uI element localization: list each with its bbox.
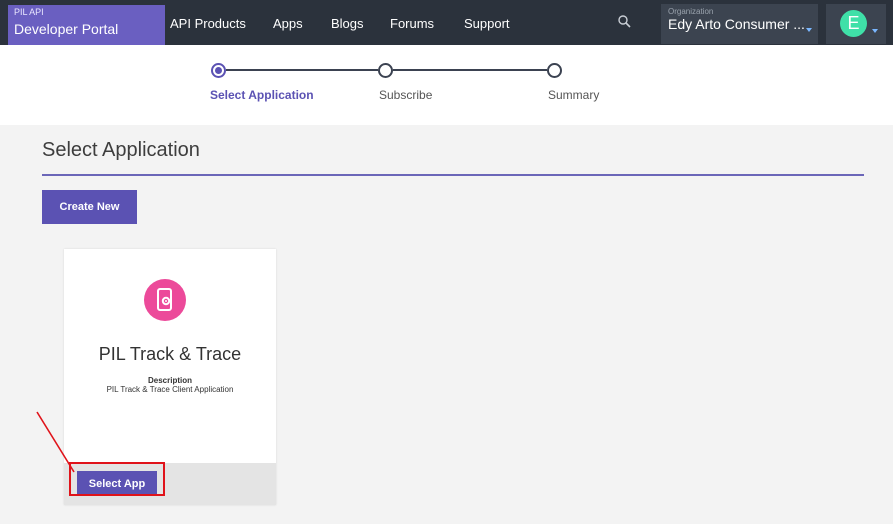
search-icon[interactable] <box>616 13 634 31</box>
avatar: E <box>840 10 867 37</box>
nav-api-products[interactable]: API Products <box>170 15 246 33</box>
app-card-title: PIL Track & Trace <box>98 344 242 364</box>
title-divider <box>42 174 864 176</box>
progress-stepper: Select Application Subscribe Summary <box>0 45 893 125</box>
step-1-indicator <box>211 63 226 78</box>
step-connector <box>226 69 378 71</box>
nav-support[interactable]: Support <box>464 15 510 33</box>
create-new-button[interactable]: Create New <box>42 190 137 224</box>
portal-brand-logo[interactable]: PIL API Developer Portal <box>8 5 165 45</box>
chevron-down-icon <box>872 29 878 33</box>
nav-blogs[interactable]: Blogs <box>331 15 364 33</box>
select-app-button[interactable]: Select App <box>77 471 157 496</box>
step-label-select-application: Select Application <box>210 88 314 102</box>
step-2-indicator <box>378 63 393 78</box>
organization-label: Organization <box>668 7 714 16</box>
nav-apps[interactable]: Apps <box>273 15 303 33</box>
chevron-down-icon <box>806 28 812 32</box>
mobile-app-icon <box>144 279 186 321</box>
app-description-label: Description <box>147 376 192 385</box>
app-card: PIL Track & Trace Description PIL Track … <box>64 249 276 505</box>
user-menu[interactable]: E <box>826 4 886 44</box>
page-title: Select Application <box>42 139 200 161</box>
nav-forums[interactable]: Forums <box>390 15 434 33</box>
main-content: Select Application Create New PIL Track … <box>0 125 893 524</box>
organization-selector[interactable]: Organization Edy Arto Consumer ... <box>661 4 818 44</box>
brand-subtitle: PIL API <box>14 7 44 17</box>
organization-value: Edy Arto Consumer ... <box>668 16 805 32</box>
app-description: PIL Track & Trace Client Application <box>106 385 234 394</box>
step-label-subscribe: Subscribe <box>379 88 433 102</box>
mobile-gear-icon <box>157 288 172 311</box>
top-nav-bar: PIL API Developer Portal API Products Ap… <box>0 0 893 45</box>
brand-title: Developer Portal <box>14 21 119 37</box>
app-card-footer: Select App <box>64 463 276 505</box>
step-3-indicator <box>547 63 562 78</box>
step-label-summary: Summary <box>548 88 600 102</box>
step-connector <box>393 69 547 71</box>
